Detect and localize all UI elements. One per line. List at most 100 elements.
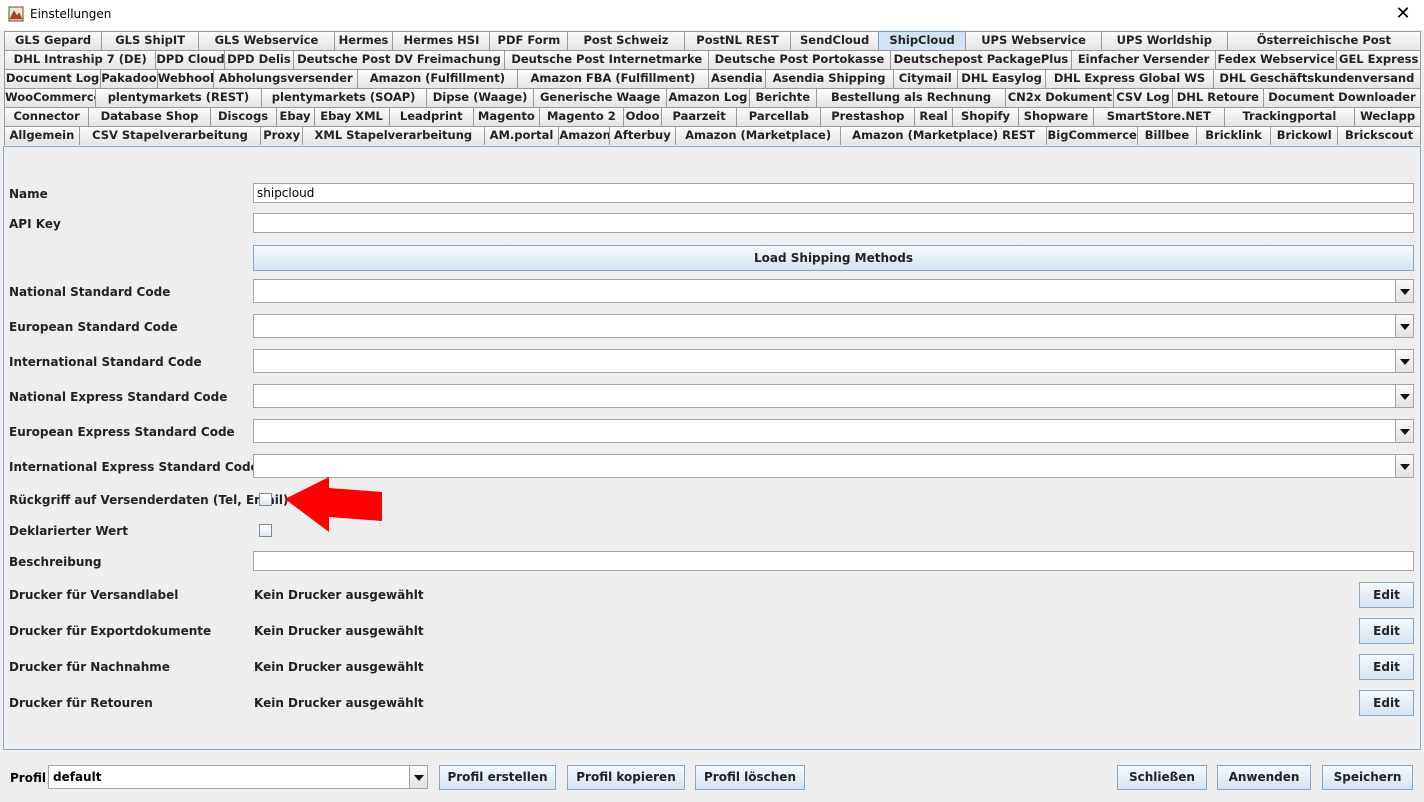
tab-osterreichische-post[interactable]: Österreichische Post [1226,31,1421,50]
tab-paarzeit[interactable]: Paarzeit [661,107,738,126]
european-express-code-select[interactable] [253,419,1414,443]
tab-amazon-marketplace-rest[interactable]: Amazon (Marketplace) REST [840,126,1048,145]
tab-odoo[interactable]: Odoo [623,107,663,126]
tab-asendia-shipping[interactable]: Asendia Shipping [764,69,894,88]
tab-trackingportal[interactable]: Trackingportal [1223,107,1356,126]
sender-data-fallback-checkbox[interactable] [259,493,272,506]
tab-bestellung-als-rechnung[interactable]: Bestellung als Rechnung [815,88,1007,107]
tab-amazon-log[interactable]: Amazon Log [665,88,750,107]
tab-bigcommerce[interactable]: BigCommerce [1046,126,1139,145]
tab-dhl-intraship-7-de[interactable]: DHL Intraship 7 (DE) [4,50,157,69]
tab-deutsche-post-dv-freimachung[interactable]: Deutsche Post DV Freimachung [292,50,506,69]
tab-fedex-webservice[interactable]: Fedex Webservice [1215,50,1338,69]
tab-deutsche-post-portokasse[interactable]: Deutsche Post Portokasse [708,50,891,69]
tab-smartstore-net[interactable]: SmartStore.NET [1092,107,1225,126]
chevron-down-icon[interactable] [1395,280,1413,302]
european-standard-code-select[interactable] [253,314,1414,338]
tab-real[interactable]: Real [914,107,954,126]
tab-dpd-delis[interactable]: DPD Delis [224,50,294,69]
tab-database-shop[interactable]: Database Shop [88,107,211,126]
tab-generische-waage[interactable]: Generische Waage [533,88,667,107]
edit-printer-export-button[interactable]: Edit [1359,618,1414,644]
tab-magento[interactable]: Magento [472,107,540,126]
tab-leadprint[interactable]: Leadprint [388,107,474,126]
tab-bricklink[interactable]: Bricklink [1195,126,1272,145]
tab-dipse-waage[interactable]: Dipse (Waage) [425,88,535,107]
tab-berichte[interactable]: Berichte [748,88,817,107]
tab-webhook[interactable]: Webhook [156,69,215,88]
tab-shipcloud[interactable]: ShipCloud [877,31,967,50]
tab-pakadoo[interactable]: Pakadoo [100,69,158,88]
api-key-field[interactable] [253,213,1414,233]
tab-document-downloader[interactable]: Document Downloader [1262,88,1421,107]
tab-magento-2[interactable]: Magento 2 [538,107,625,126]
international-express-code-select[interactable] [253,454,1414,478]
create-profile-button[interactable]: Profil erstellen [439,765,556,790]
tab-amazon-fulfillment[interactable]: Amazon (Fulfillment) [357,69,518,88]
copy-profile-button[interactable]: Profil kopieren [567,765,685,790]
tab-amazon-fba-fulfillment[interactable]: Amazon FBA (Fulfillment) [516,69,710,88]
tab-dhl-geschaftskundenversand[interactable]: DHL Geschäftskundenversand [1212,69,1422,88]
edit-printer-returns-button[interactable]: Edit [1359,690,1414,716]
tab-ebay-xml[interactable]: Ebay XML [313,107,390,126]
tab-weclapp[interactable]: Weclapp [1354,107,1421,126]
tab-deutsche-post-internetmarke[interactable]: Deutsche Post Internetmarke [504,50,710,69]
tab-prestashop[interactable]: Prestashop [820,107,916,126]
load-shipping-methods-button[interactable]: Load Shipping Methods [253,245,1414,271]
national-express-code-select[interactable] [253,384,1414,408]
tab-plentymarkets-rest[interactable]: plentymarkets (REST) [95,88,262,107]
international-standard-code-select[interactable] [253,349,1414,373]
chevron-down-icon[interactable] [409,766,427,788]
tab-shopify[interactable]: Shopify [952,107,1019,126]
tab-dhl-express-global-ws[interactable]: DHL Express Global WS [1045,69,1214,88]
save-button[interactable]: Speichern [1322,765,1413,790]
tab-am-portal[interactable]: AM.portal [483,126,560,145]
close-button[interactable]: Schließen [1117,765,1207,790]
tab-amazon[interactable]: Amazon [558,126,610,145]
tab-dhl-retoure[interactable]: DHL Retoure [1171,88,1264,107]
tab-connector[interactable]: Connector [4,107,90,126]
name-field[interactable]: shipcloud [253,183,1414,203]
tab-discogs[interactable]: Discogs [209,107,277,126]
edit-printer-shipping-button[interactable]: Edit [1359,582,1414,608]
tab-pdf-form[interactable]: PDF Form [489,31,569,50]
tab-deutschepost-packageplus[interactable]: Deutschepost PackagePlus [889,50,1073,69]
chevron-down-icon[interactable] [1395,420,1413,442]
tab-einfacher-versender[interactable]: Einfacher Versender [1071,50,1217,69]
tab-cn2x-dokument[interactable]: CN2x Dokument [1005,88,1115,107]
description-field[interactable] [253,551,1414,571]
close-window-button[interactable]: ✕ [1388,1,1418,27]
delete-profile-button[interactable]: Profil löschen [695,765,805,790]
tab-parcellab[interactable]: Parcellab [736,107,822,126]
tab-gel-express[interactable]: GEL Express [1336,50,1422,69]
tab-sendcloud[interactable]: SendCloud [790,31,879,50]
tab-hermes[interactable]: Hermes [333,31,394,50]
tab-ups-worldship[interactable]: UPS Worldship [1100,31,1228,50]
tab-postnl-rest[interactable]: PostNL REST [683,31,792,50]
tab-proxy[interactable]: Proxy [260,126,304,145]
chevron-down-icon[interactable] [1395,455,1413,477]
profile-select[interactable]: default [48,765,428,789]
tab-ups-webservice[interactable]: UPS Webservice [965,31,1102,50]
tab-ebay[interactable]: Ebay [275,107,315,126]
apply-button[interactable]: Anwenden [1217,765,1311,790]
tab-citymail[interactable]: Citymail [892,69,958,88]
declared-value-checkbox[interactable] [259,524,272,537]
tab-woocommerce[interactable]: WooCommerce [4,88,97,107]
tab-post-schweiz[interactable]: Post Schweiz [567,31,685,50]
tab-plentymarkets-soap[interactable]: plentymarkets (SOAP) [260,88,427,107]
tab-billbee[interactable]: Billbee [1137,126,1197,145]
tab-allgemein[interactable]: Allgemein [4,126,80,145]
tab-gls-gepard[interactable]: GLS Gepard [4,31,103,50]
tab-csv-stapelverarbeitung[interactable]: CSV Stapelverarbeitung [78,126,262,145]
tab-asendia[interactable]: Asendia [708,69,766,88]
tab-abholungsversender[interactable]: Abholungsversender [213,69,359,88]
tab-shopware[interactable]: Shopware [1017,107,1094,126]
tab-xml-stapelverarbeitung[interactable]: XML Stapelverarbeitung [302,126,485,145]
tab-gls-webservice[interactable]: GLS Webservice [198,31,335,50]
tab-afterbuy[interactable]: Afterbuy [608,126,677,145]
tab-brickscout[interactable]: Brickscout [1337,126,1422,145]
tab-csv-log[interactable]: CSV Log [1113,88,1173,107]
tab-brickowl[interactable]: Brickowl [1270,126,1339,145]
chevron-down-icon[interactable] [1395,315,1413,337]
